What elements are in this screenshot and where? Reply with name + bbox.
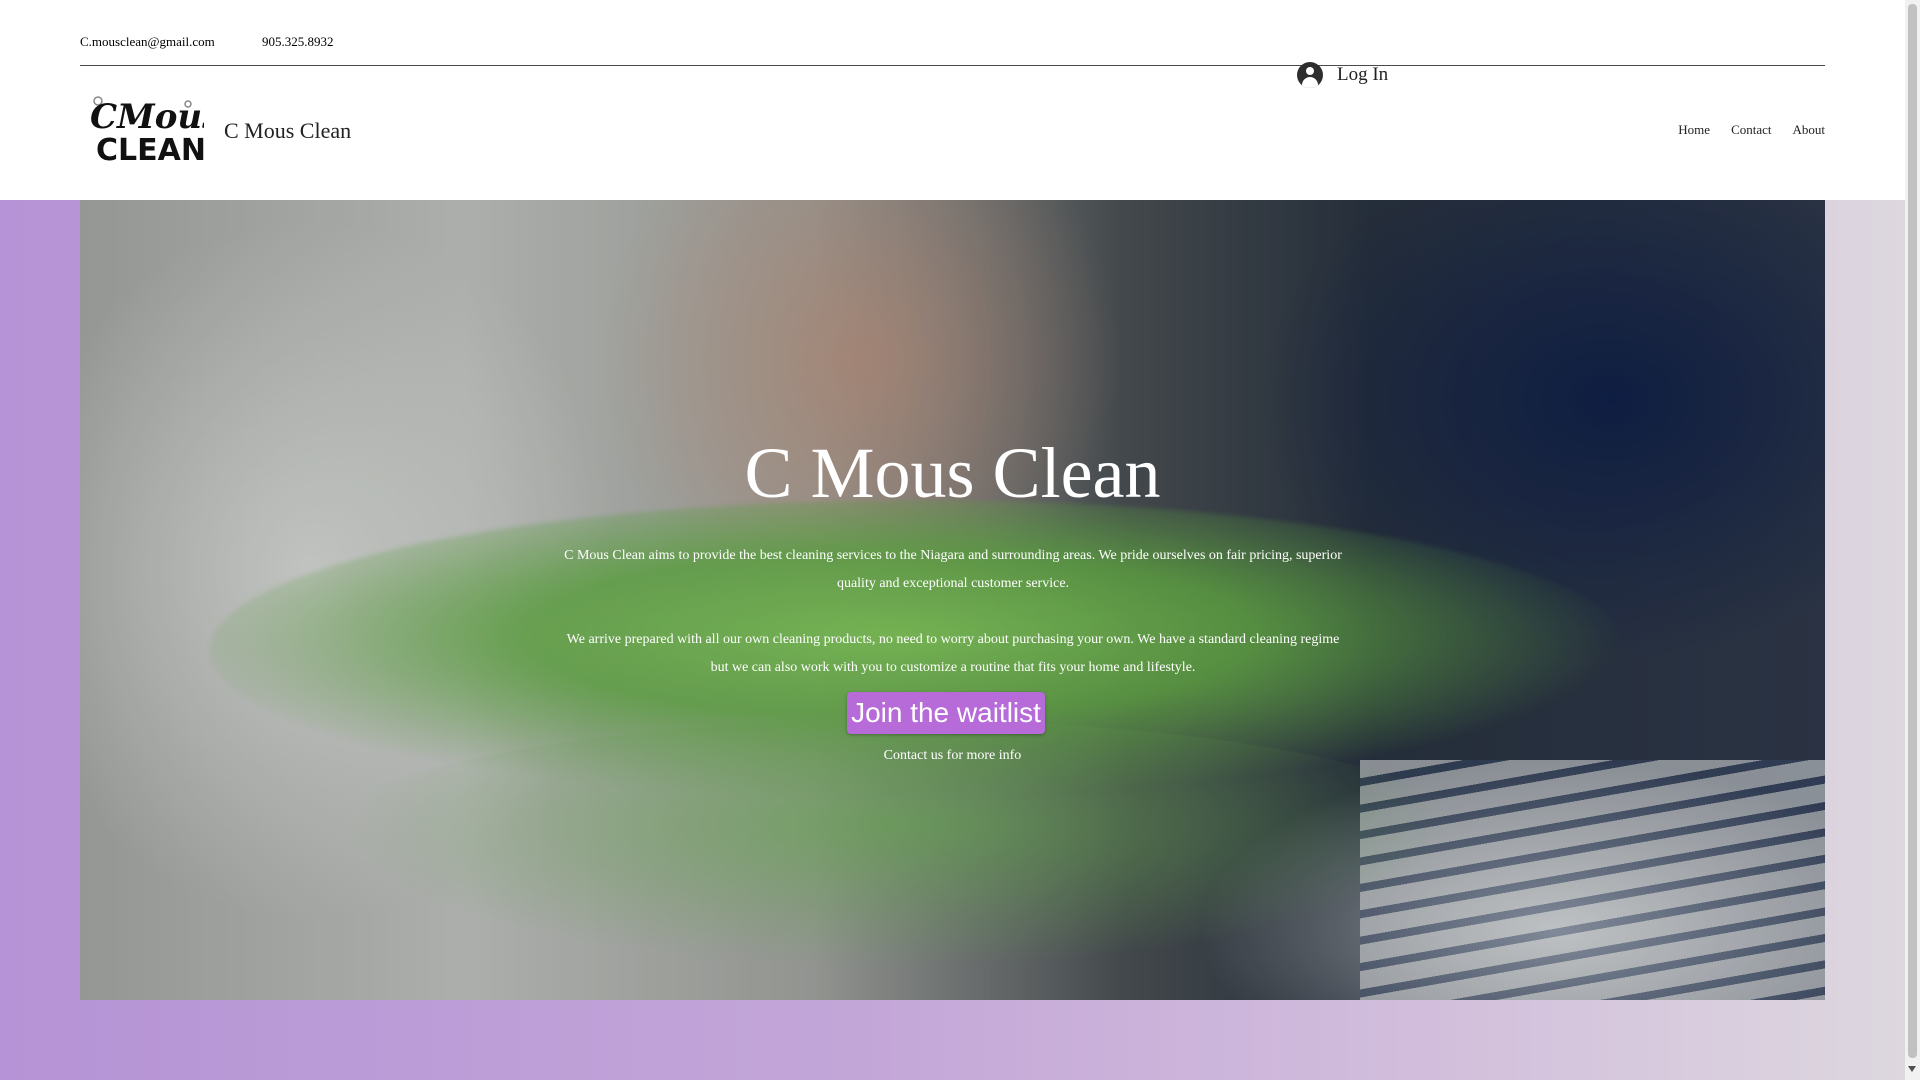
logo-text-line1: CMous	[90, 97, 204, 137]
email-link[interactable]: C.mousclean@gmail.com	[80, 34, 215, 50]
login-label: Log In	[1337, 64, 1389, 85]
user-avatar-icon	[1297, 62, 1323, 88]
nav-item-about[interactable]: About	[1793, 122, 1826, 138]
logo-mark-icon: CMous CLEAN	[90, 96, 221, 168]
hero-paragraph-products: We arrive prepared with all our own clea…	[566, 632, 1340, 675]
logo-text-line2: CLEAN	[96, 133, 204, 166]
hero-title: C Mous Clean	[744, 433, 1161, 513]
site-logo[interactable]: CMous CLEAN	[82, 92, 221, 168]
nav-item-contact[interactable]: Contact	[1731, 122, 1771, 138]
hero-paragraph-services: C Mous Clean aims to provide the best cl…	[564, 548, 1342, 591]
nav-item-home[interactable]: Home	[1678, 122, 1710, 138]
main-nav: Home Contact About	[1678, 122, 1825, 138]
join-waitlist-button[interactable]: Join the waitlist	[847, 692, 1045, 734]
page-scrollbar[interactable]	[1905, 0, 1920, 1080]
scrollbar-thumb[interactable]	[1908, 4, 1917, 1058]
header-divider	[80, 65, 1825, 66]
contact-info-note: Contact us for more info	[883, 748, 1022, 763]
site-name[interactable]: C Mous Clean	[224, 118, 351, 144]
login-button[interactable]: Log In	[1297, 62, 1388, 88]
hero-image	[80, 200, 1825, 1000]
page: C.mousclean@gmail.com 905.325.8932 Log I…	[0, 0, 1905, 1080]
scroll-down-arrow-icon[interactable]	[1908, 1066, 1916, 1072]
phone-number[interactable]: 905.325.8932	[262, 34, 334, 50]
